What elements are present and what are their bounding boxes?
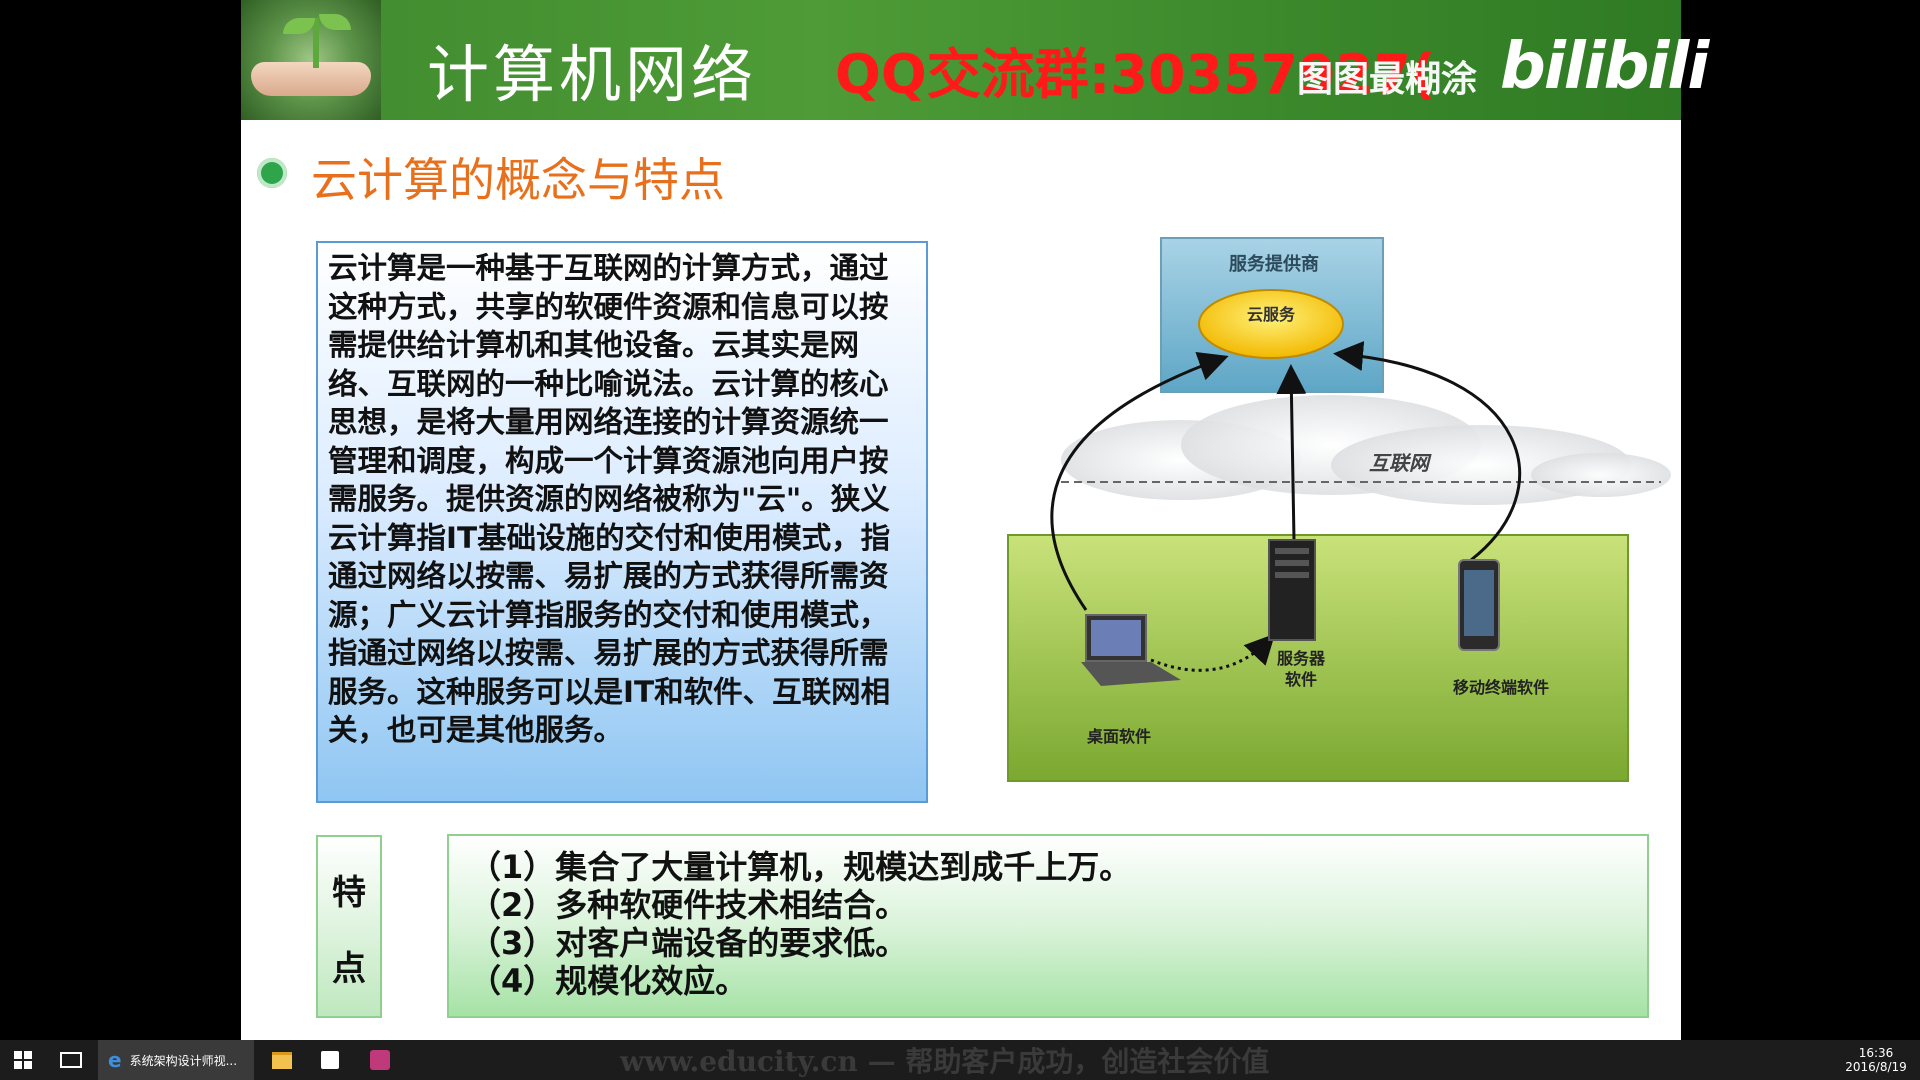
cloud-service-ellipse [1198,289,1344,359]
task-view-icon[interactable] [48,1040,94,1080]
ie-icon: e [108,1048,122,1072]
system-tray-clock[interactable]: 16:36 2016/8/19 [1836,1046,1916,1074]
feature-item: （3）对客户端设备的要求低。 [469,924,908,962]
provider-label: 服务提供商 [1229,253,1319,275]
server-icon [1268,539,1316,641]
cloud-computing-diagram: 服务提供商 云服务 互联网 服务器 软件 移动终端软件 桌面软件 [1007,237,1671,782]
slide-header-title: 计算机网络 [427,38,758,111]
server-label-2: 软件 [1285,670,1317,689]
store-icon[interactable] [310,1040,350,1080]
feature-item: （2）多种软硬件技术相结合。 [469,886,908,924]
cloud-service-label: 云服务 [1247,305,1296,324]
slide-footer-url: www.educity.cn — 帮助客户成功，创造社会价值 [620,1045,1270,1078]
sprout-hand-image [241,0,381,120]
app-icon[interactable] [360,1040,400,1080]
server-label-1: 服务器 [1277,649,1326,668]
internet-cloud [1061,395,1671,505]
section-title: 云计算的概念与特点 [311,153,725,207]
mobile-phone-icon [1458,559,1500,651]
clock-time: 16:36 [1858,1046,1894,1060]
gear-bullet-icon [257,158,287,188]
definition-textbox: 云计算是一种基于互联网的计算方式，通过这种方式，共享的软硬件资源和信息可以按需提… [316,241,928,803]
feature-item: （4）规模化效应。 [469,962,748,1000]
slide: 计算机网络 云计算的概念与特点 云计算是一种基于互联网的计算方式，通过这种方式，… [241,0,1681,1040]
file-explorer-icon[interactable] [262,1040,302,1080]
ie-window-title: 系统架构设计师视... [129,1053,238,1068]
mobile-label: 移动终端软件 [1453,678,1549,697]
bilibili-logo: bilibili [1500,30,1709,104]
uploader-watermark: 图图最糊涂 [1297,59,1478,100]
clock-date: 2016/8/19 [1845,1060,1907,1074]
desktop-label: 桌面软件 [1087,727,1151,746]
feature-item: （1）集合了大量计算机，规模达到成千上万。 [469,848,1132,886]
features-label: 特 点 [316,835,382,1018]
taskbar-ie-window[interactable]: e 系统架构设计师视... [98,1040,254,1080]
features-box: （1）集合了大量计算机，规模达到成千上万。 （2）多种软硬件技术相结合。 （3）… [447,834,1649,1018]
windows-start-icon[interactable] [0,1040,46,1080]
internet-label: 互联网 [1369,451,1432,475]
